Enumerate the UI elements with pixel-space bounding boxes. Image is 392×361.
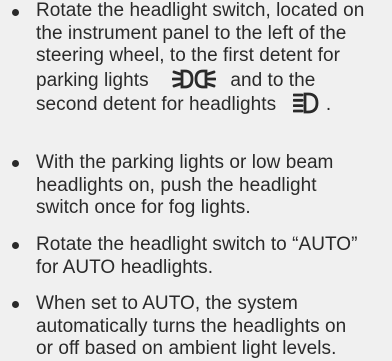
text-segment: parking lights <box>36 69 149 91</box>
text-line: the instrument panel to the left of the <box>36 22 347 44</box>
bullet-icon <box>12 9 19 16</box>
text-line: Rotate the headlight switch to “AUTO” <box>36 234 358 255</box>
list-item-headlight-switch: Rotate the headlight switch, located on … <box>0 0 392 117</box>
list-item-auto-setting: Rotate the headlight switch to “AUTO” fo… <box>0 234 392 279</box>
text-segment: . <box>325 94 332 116</box>
list-item-fog-lights: With the parking lights or low beam head… <box>0 152 392 220</box>
text-line: When set to AUTO, the system <box>36 293 298 314</box>
text-line: steering wheel, to the first detent for <box>36 45 341 67</box>
text-line: automatically turns the headlights on <box>36 315 347 337</box>
bullet-icon <box>12 160 19 167</box>
parking-lights-icon <box>172 68 216 90</box>
list-item-auto-behavior: When set to AUTO, the system automatical… <box>0 293 392 361</box>
text-line: With the parking lights or low beam <box>36 152 334 173</box>
text-line-with-icon: parking lights and to the <box>36 68 382 93</box>
headlight-icon <box>293 92 319 114</box>
text-line: for AUTO headlights. <box>36 256 214 278</box>
text-line: switch once for fog lights. <box>36 197 251 219</box>
text-segment: and to the <box>230 69 316 91</box>
text-line-with-icon: second detent for headlights . <box>36 92 382 117</box>
text-segment: second detent for headlights <box>36 94 277 116</box>
text-line: Rotate the headlight switch, located on <box>36 0 365 21</box>
bullet-icon <box>12 242 19 249</box>
text-line: or off based on ambient light levels. <box>36 338 337 360</box>
bullet-icon <box>12 301 19 308</box>
text-line: headlights on, push the headlight <box>36 174 317 196</box>
